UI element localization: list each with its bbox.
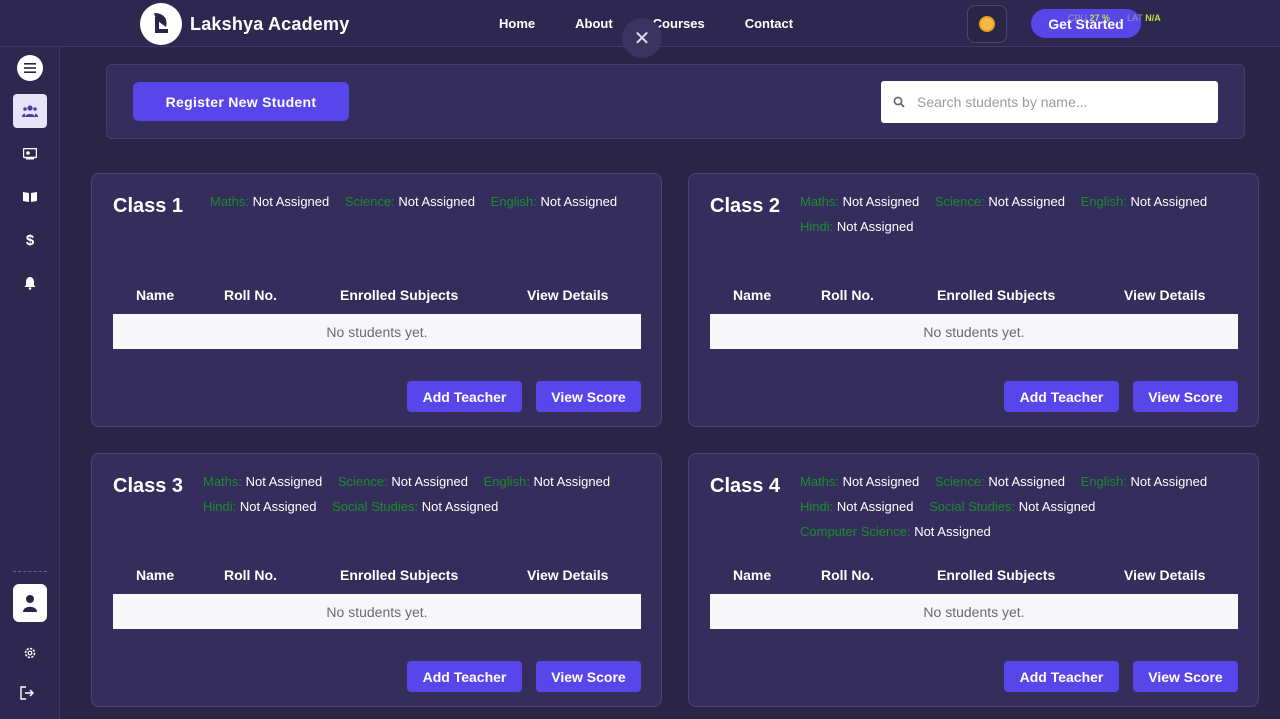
view-score-button[interactable]: View Score bbox=[1133, 381, 1238, 412]
subject-list: Maths: Not Assigned Science: Not Assigne… bbox=[800, 469, 1240, 544]
courses-icon[interactable] bbox=[13, 180, 47, 214]
subject-list: Maths: Not Assigned Science: Not Assigne… bbox=[203, 469, 643, 519]
subject-item: Social Studies: Not Assigned bbox=[929, 499, 1096, 514]
brand-name: Lakshya Academy bbox=[190, 13, 350, 34]
view-score-button[interactable]: View Score bbox=[1133, 661, 1238, 692]
subject-list: Maths: Not Assigned Science: Not Assigne… bbox=[800, 189, 1240, 239]
subject-item: Maths: Not Assigned bbox=[800, 474, 920, 489]
col-roll: Roll No. bbox=[821, 287, 874, 303]
class-card: Class 2 Maths: Not Assigned Science: Not… bbox=[688, 173, 1259, 427]
close-icon[interactable]: ✕ bbox=[622, 18, 662, 58]
nav-links: Home About Courses Contact bbox=[499, 16, 833, 31]
col-name: Name bbox=[733, 287, 772, 303]
col-subjects: Enrolled Subjects bbox=[340, 287, 459, 303]
subject-item: English: Not Assigned bbox=[1080, 474, 1208, 489]
sun-icon bbox=[981, 18, 993, 30]
col-subjects: Enrolled Subjects bbox=[340, 567, 459, 583]
sidebar: $ bbox=[0, 47, 60, 719]
empty-table-row: No students yet. bbox=[113, 314, 641, 349]
brand-logo[interactable]: Lakshya Academy bbox=[140, 3, 349, 45]
add-teacher-button[interactable]: Add Teacher bbox=[407, 381, 522, 412]
fees-icon[interactable]: $ bbox=[13, 223, 47, 257]
nav-home-link[interactable]: Home bbox=[499, 16, 535, 31]
nav-about-link[interactable]: About bbox=[575, 16, 613, 31]
view-score-button[interactable]: View Score bbox=[536, 661, 641, 692]
search-icon bbox=[891, 94, 907, 110]
cpu-stat: CPU 27 % bbox=[1068, 13, 1120, 23]
col-details: View Details bbox=[1124, 287, 1206, 303]
search-box[interactable] bbox=[881, 81, 1218, 123]
class-title: Class 3 bbox=[113, 475, 184, 497]
table-header: Name Roll No. Enrolled Subjects View Det… bbox=[113, 567, 641, 587]
col-name: Name bbox=[733, 567, 772, 583]
col-details: View Details bbox=[527, 287, 609, 303]
class-card: Class 4 Maths: Not Assigned Science: Not… bbox=[688, 453, 1259, 707]
students-icon[interactable] bbox=[13, 94, 47, 128]
subject-item: Science: Not Assigned bbox=[344, 194, 475, 209]
system-stats: CPU 27 % LAT N/A bbox=[1060, 13, 1169, 23]
menu-icon[interactable] bbox=[17, 55, 43, 81]
sidebar-divider bbox=[13, 571, 47, 572]
subject-item: Hindi: Not Assigned bbox=[203, 499, 317, 514]
col-details: View Details bbox=[1124, 567, 1206, 583]
table-header: Name Roll No. Enrolled Subjects View Det… bbox=[710, 287, 1238, 307]
empty-table-row: No students yet. bbox=[710, 314, 1238, 349]
col-name: Name bbox=[136, 567, 175, 583]
nav-courses-link[interactable]: Courses bbox=[653, 16, 705, 31]
settings-icon[interactable] bbox=[13, 636, 47, 670]
subject-item: Science: Not Assigned bbox=[934, 474, 1065, 489]
register-student-button[interactable]: Register New Student bbox=[133, 82, 349, 121]
table-header: Name Roll No. Enrolled Subjects View Det… bbox=[710, 567, 1238, 587]
subject-item: Computer Science: Not Assigned bbox=[800, 524, 991, 539]
subject-item: English: Not Assigned bbox=[1080, 194, 1208, 209]
add-teacher-button[interactable]: Add Teacher bbox=[407, 661, 522, 692]
logout-icon[interactable] bbox=[10, 676, 44, 710]
add-teacher-button[interactable]: Add Teacher bbox=[1004, 381, 1119, 412]
profile-icon[interactable] bbox=[13, 584, 47, 622]
nav-contact-link[interactable]: Contact bbox=[745, 16, 793, 31]
subject-item: Maths: Not Assigned bbox=[800, 194, 920, 209]
subject-item: English: Not Assigned bbox=[490, 194, 618, 209]
subject-item: Maths: Not Assigned bbox=[210, 194, 330, 209]
view-score-button[interactable]: View Score bbox=[536, 381, 641, 412]
add-teacher-button[interactable]: Add Teacher bbox=[1004, 661, 1119, 692]
classes-icon[interactable] bbox=[13, 137, 47, 171]
subject-item: Science: Not Assigned bbox=[934, 194, 1065, 209]
class-title: Class 2 bbox=[710, 195, 781, 217]
leaf-logo-icon bbox=[140, 3, 182, 45]
subject-item: Maths: Not Assigned bbox=[203, 474, 323, 489]
notifications-icon[interactable] bbox=[13, 266, 47, 300]
col-roll: Roll No. bbox=[821, 567, 874, 583]
empty-table-row: No students yet. bbox=[113, 594, 641, 629]
student-toolbar: Register New Student bbox=[106, 64, 1245, 139]
col-roll: Roll No. bbox=[224, 567, 277, 583]
subject-item: Science: Not Assigned bbox=[337, 474, 468, 489]
class-card: Class 1 Maths: Not Assigned Science: Not… bbox=[91, 173, 662, 427]
subject-item: Social Studies: Not Assigned bbox=[332, 499, 499, 514]
col-subjects: Enrolled Subjects bbox=[937, 567, 1056, 583]
subject-item: English: Not Assigned bbox=[483, 474, 611, 489]
subject-list: Maths: Not Assigned Science: Not Assigne… bbox=[210, 189, 650, 214]
subject-item: Hindi: Not Assigned bbox=[800, 499, 914, 514]
col-roll: Roll No. bbox=[224, 287, 277, 303]
empty-table-row: No students yet. bbox=[710, 594, 1238, 629]
theme-toggle-button[interactable] bbox=[967, 5, 1007, 43]
col-subjects: Enrolled Subjects bbox=[937, 287, 1056, 303]
class-title: Class 4 bbox=[710, 475, 781, 497]
table-header: Name Roll No. Enrolled Subjects View Det… bbox=[113, 287, 641, 307]
col-name: Name bbox=[136, 287, 175, 303]
class-card: Class 3 Maths: Not Assigned Science: Not… bbox=[91, 453, 662, 707]
class-title: Class 1 bbox=[113, 195, 184, 217]
col-details: View Details bbox=[527, 567, 609, 583]
latency-stat: LAT N/A bbox=[1127, 13, 1161, 23]
subject-item: Hindi: Not Assigned bbox=[800, 219, 914, 234]
search-input[interactable] bbox=[917, 94, 1197, 110]
